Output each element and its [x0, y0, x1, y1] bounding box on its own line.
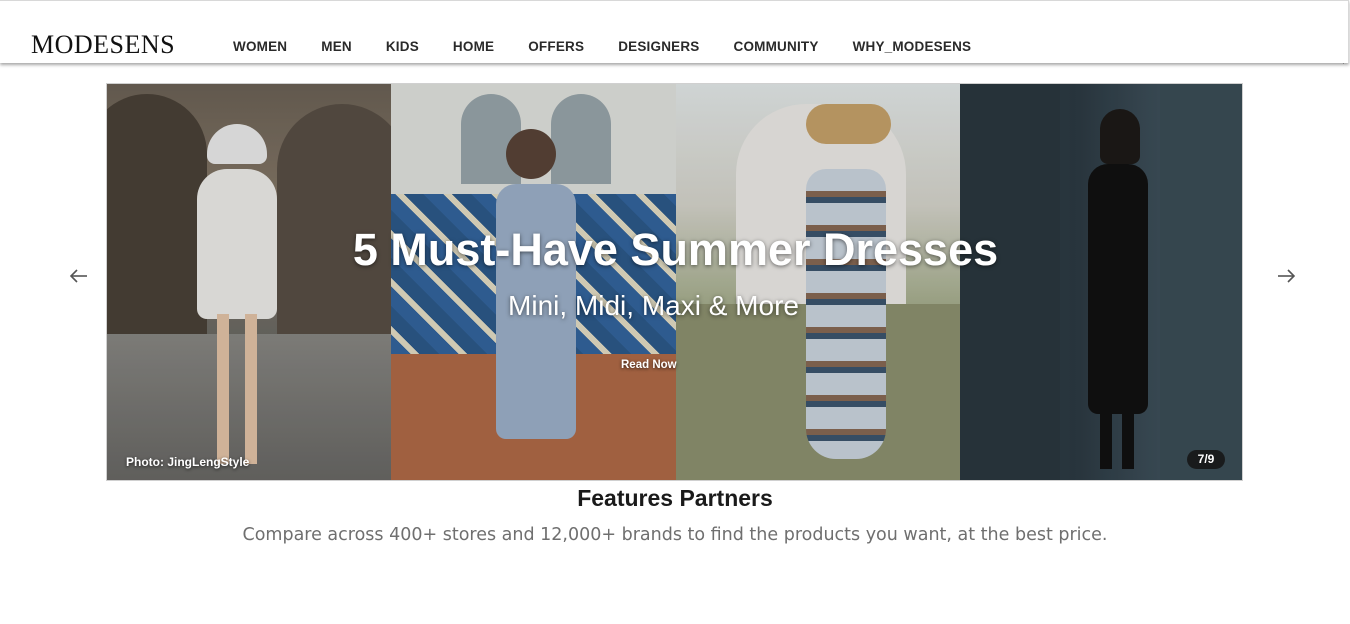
nav-item-men[interactable]: MEN	[321, 40, 352, 54]
nav-item-community[interactable]: COMMUNITY	[734, 40, 819, 54]
nav-item-why-modesens[interactable]: WHY_MODESENS	[853, 40, 972, 54]
features-subtitle: Compare across 400+ stores and 12,000+ b…	[242, 525, 1108, 545]
nav-item-women[interactable]: WOMEN	[233, 40, 287, 54]
site-header: MODESENS WOMEN MEN KIDS HOME OFFERS DESI…	[0, 0, 1349, 63]
nav-item-offers[interactable]: OFFERS	[528, 40, 584, 54]
nav-item-home[interactable]: HOME	[453, 40, 494, 54]
nav-item-kids[interactable]: KIDS	[386, 40, 419, 54]
features-title: Features Partners	[577, 485, 773, 511]
arrow-left-icon[interactable]	[68, 266, 90, 286]
arrow-right-icon[interactable]	[1275, 266, 1297, 286]
slide-counter: 7/9	[1187, 450, 1225, 469]
banner-title[interactable]: 5 Must-Have Summer Dresses	[107, 227, 1242, 272]
hero-banner[interactable]: 5 Must-Have Summer Dresses Mini, Midi, M…	[106, 83, 1243, 481]
main-nav: WOMEN MEN KIDS HOME OFFERS DESIGNERS COM…	[233, 40, 1005, 54]
banner-subtitle: Mini, Midi, Maxi & More	[508, 290, 799, 321]
read-now-link[interactable]: Read Now	[621, 359, 677, 371]
site-logo[interactable]: MODESENS	[31, 32, 175, 58]
page: MODESENS WOMEN MEN KIDS HOME OFFERS DESI…	[0, 0, 1350, 624]
nav-item-designers[interactable]: DESIGNERS	[618, 40, 699, 54]
photo-credit: Photo: JingLengStyle	[126, 455, 250, 469]
banner-overlay	[107, 84, 1242, 480]
